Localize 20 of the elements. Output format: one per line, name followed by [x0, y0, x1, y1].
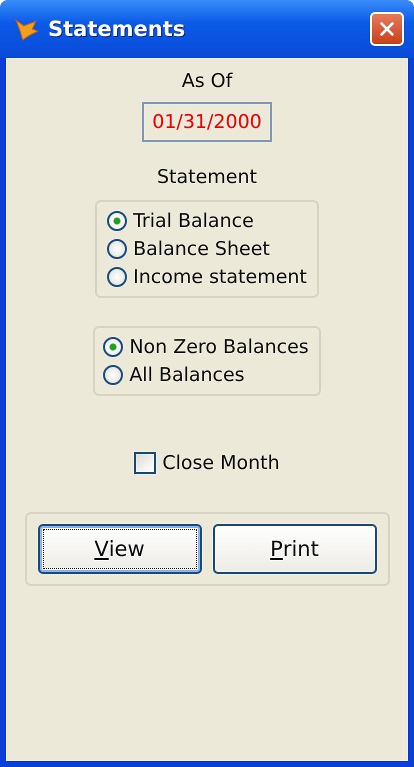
checkbox-label[interactable]: Close Month — [162, 452, 280, 474]
radio-button[interactable] — [103, 365, 124, 385]
option-label[interactable]: Trial Balance — [133, 210, 254, 232]
as-of-label: As Of — [182, 70, 232, 92]
radio-button[interactable] — [107, 267, 128, 287]
action-button[interactable]: View — [38, 524, 202, 574]
window-title: Statements — [48, 17, 186, 41]
statement-label: Statement — [157, 166, 257, 188]
option-label[interactable]: Balance Sheet — [133, 238, 270, 260]
fox-head-icon — [14, 16, 40, 42]
close-button[interactable] — [370, 12, 404, 46]
close-icon — [378, 20, 396, 38]
radio-button[interactable] — [107, 239, 128, 259]
option-label[interactable]: All Balances — [129, 364, 245, 386]
action-button[interactable]: Print — [212, 524, 376, 574]
radio-button[interactable] — [103, 337, 124, 357]
option-label[interactable]: Non Zero Balances — [129, 336, 309, 358]
option-label[interactable]: Income statement — [133, 266, 307, 288]
checkbox[interactable] — [134, 452, 156, 474]
radio-button[interactable] — [107, 211, 128, 231]
